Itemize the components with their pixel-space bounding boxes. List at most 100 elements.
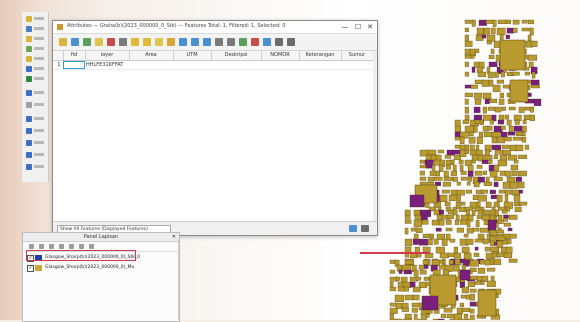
- delete-field-icon[interactable]: [251, 38, 259, 46]
- parcel: [522, 119, 527, 125]
- column-header[interactable]: layer: [85, 51, 130, 60]
- pan-to-selection-icon[interactable]: [191, 38, 199, 46]
- add-feature-icon[interactable]: [95, 38, 103, 46]
- parcel: [422, 259, 429, 265]
- column-header[interactable]: Area: [129, 51, 174, 60]
- parcel: [513, 125, 523, 132]
- window-titlebar[interactable]: Attributes — Graha(b)(2023_000000_0_Stk)…: [53, 21, 377, 34]
- layer-item[interactable]: ✓ Glasgow_Sharp(b)(2023_000000_0)_Mu: [27, 264, 175, 272]
- globe-icon[interactable]: [26, 90, 32, 96]
- collapse-all-icon[interactable]: [79, 244, 84, 249]
- parcel: [462, 119, 469, 124]
- pan-icon[interactable]: [26, 152, 32, 158]
- parcel: [476, 214, 482, 219]
- zoom-icon[interactable]: [26, 164, 32, 170]
- select-all-icon[interactable]: [143, 38, 151, 46]
- filter-legend-icon[interactable]: [59, 244, 64, 249]
- select-icon[interactable]: [131, 38, 139, 46]
- column-header[interactable]: Deskripsi: [211, 51, 262, 60]
- measure-icon[interactable]: [26, 128, 32, 134]
- copy-icon[interactable]: [215, 38, 223, 46]
- conditional-format-icon[interactable]: [275, 38, 283, 46]
- pencil-icon[interactable]: [26, 102, 32, 108]
- parcel: [483, 27, 490, 35]
- annotation-arrow: [360, 252, 430, 254]
- column-header[interactable]: Keterangan: [299, 51, 342, 60]
- parcel: [448, 194, 458, 202]
- parcel: [484, 98, 490, 105]
- layer-icon[interactable]: [26, 16, 32, 22]
- actions-icon[interactable]: [287, 38, 295, 46]
- table-cell[interactable]: [261, 61, 300, 69]
- column-header[interactable]: UTM: [173, 51, 212, 60]
- parcel: [511, 71, 520, 76]
- column-header[interactable]: fid: [63, 51, 86, 60]
- parcel: [504, 170, 512, 177]
- filter-icon[interactable]: [167, 38, 175, 46]
- calculator-icon[interactable]: [263, 38, 271, 46]
- remove-layer-icon[interactable]: [89, 244, 94, 249]
- parcel: [477, 209, 484, 215]
- expand-all-icon[interactable]: [69, 244, 74, 249]
- table-cell[interactable]: [299, 61, 342, 69]
- raster-icon[interactable]: [26, 46, 32, 52]
- map-canvas[interactable]: [360, 0, 580, 320]
- parcel: [521, 19, 528, 24]
- table-cell[interactable]: [211, 61, 262, 69]
- parcel: [505, 34, 510, 39]
- parcel: [454, 119, 461, 127]
- form-view-icon[interactable]: [349, 225, 357, 232]
- parcel: [469, 293, 475, 301]
- table-cell[interactable]: [173, 61, 212, 69]
- parcel: [511, 170, 518, 176]
- minimize-button[interactable]: —: [339, 22, 351, 32]
- layers-close-button[interactable]: ✕: [172, 233, 176, 241]
- parcel: [493, 258, 502, 265]
- table-row[interactable]: 1 HHLFE31KFFAT: [53, 61, 373, 70]
- table-cell[interactable]: [63, 61, 85, 69]
- column-header[interactable]: NOMOR: [261, 51, 300, 60]
- parcel: [483, 181, 493, 186]
- database-icon[interactable]: [26, 56, 32, 62]
- parcel: [465, 294, 470, 300]
- add-group-icon[interactable]: [39, 244, 44, 249]
- layer-symbol: [35, 265, 42, 271]
- wms-icon[interactable]: [26, 66, 32, 72]
- parcel: [487, 71, 494, 79]
- parcel: [464, 48, 471, 56]
- move-selection-icon[interactable]: [179, 38, 187, 46]
- parcel: [461, 307, 471, 312]
- layer-name: Glasgow_Sharp(b)(2023_000000_0)_Mu: [45, 265, 135, 270]
- paste-icon[interactable]: [227, 38, 235, 46]
- parcel: [504, 194, 509, 202]
- add-layer-icon[interactable]: [26, 26, 32, 32]
- manage-map-themes-icon[interactable]: [49, 244, 54, 249]
- save-icon[interactable]: [71, 38, 79, 46]
- parcel: [404, 259, 414, 265]
- table-cell[interactable]: HHLFE31KFFAT: [85, 61, 130, 69]
- parcel: [445, 164, 451, 170]
- edit-icon[interactable]: [59, 38, 67, 46]
- parcel: [509, 181, 518, 189]
- parcel: [506, 27, 514, 34]
- zoom-to-selection-icon[interactable]: [203, 38, 211, 46]
- reload-icon[interactable]: [83, 38, 91, 46]
- cut-icon[interactable]: [119, 38, 127, 46]
- new-field-icon[interactable]: [239, 38, 247, 46]
- identify-icon[interactable]: [26, 140, 32, 146]
- parcel: [453, 154, 461, 161]
- delete-icon[interactable]: [107, 38, 115, 46]
- parcel: [504, 189, 513, 195]
- parcel: [514, 119, 520, 125]
- layer-visibility-checkbox[interactable]: ✓: [27, 265, 34, 272]
- parcel: [470, 54, 475, 59]
- parcel: [500, 125, 506, 130]
- table-cell[interactable]: [129, 61, 174, 69]
- parcel: [416, 252, 422, 258]
- invert-selection-icon[interactable]: [155, 38, 163, 46]
- info-icon[interactable]: [26, 116, 32, 122]
- vector-icon[interactable]: [26, 36, 32, 42]
- plugin-icon[interactable]: [26, 76, 32, 82]
- parcel: [487, 159, 493, 164]
- open-layer-styling-icon[interactable]: [29, 244, 34, 249]
